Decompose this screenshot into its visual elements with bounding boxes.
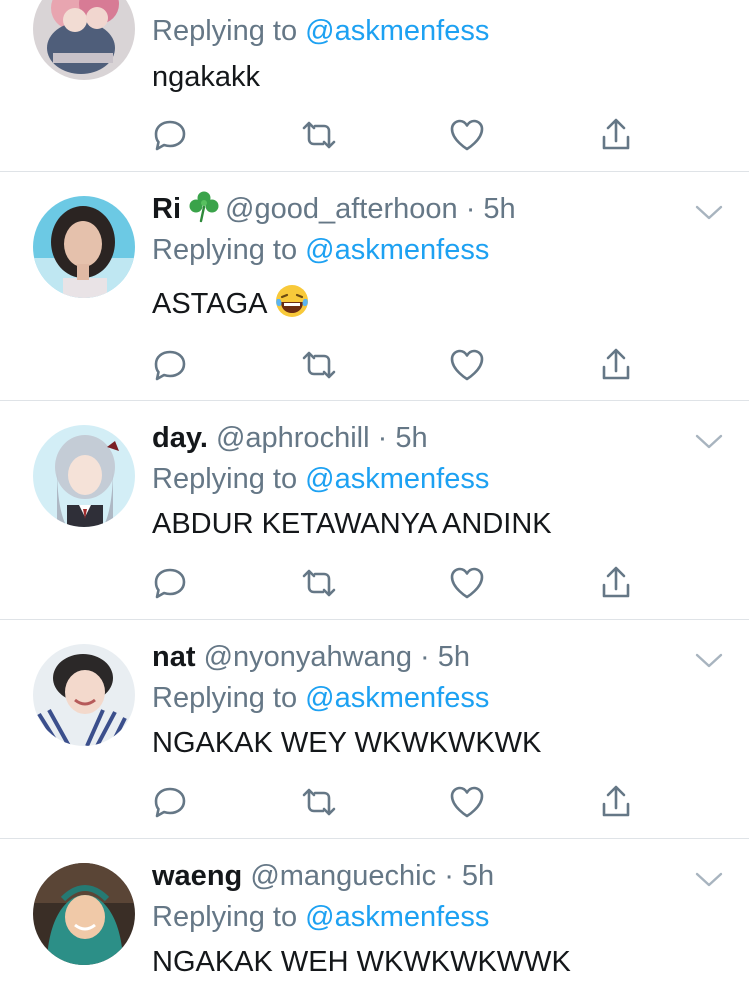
user-handle[interactable]: @manguechic — [250, 860, 436, 892]
replying-to-line: Replying to @askmenfess — [152, 230, 489, 270]
clover-icon — [189, 191, 219, 223]
tweet-actions — [0, 563, 749, 603]
tweet-actions — [0, 782, 749, 822]
tweet-time[interactable]: 5h — [483, 193, 515, 225]
like-button[interactable] — [447, 782, 487, 822]
tweet-header: waeng @manguechic · 5h — [152, 856, 494, 896]
reply-button[interactable] — [150, 782, 190, 822]
tweet-text: NGAKAK WEY WKWKWKWK — [152, 727, 542, 759]
avatar[interactable] — [33, 425, 135, 527]
like-button[interactable] — [447, 345, 487, 385]
tweet-card[interactable]: waeng @manguechic · 5h Replying to @askm… — [0, 839, 749, 998]
chevron-down-icon[interactable] — [694, 200, 724, 224]
tweet-actions — [0, 345, 749, 385]
reply-button[interactable] — [150, 345, 190, 385]
separator-dot: · — [444, 860, 454, 892]
replying-to-label: Replying to — [152, 682, 298, 714]
chevron-down-icon[interactable] — [694, 429, 724, 453]
avatar[interactable] — [33, 644, 135, 746]
like-button[interactable] — [447, 563, 487, 603]
reply-icon — [154, 787, 186, 818]
reply-icon — [154, 350, 186, 381]
reply-button[interactable] — [150, 115, 190, 155]
display-name[interactable]: Ri — [152, 193, 181, 225]
user-handle[interactable]: @nyonyahwang — [204, 641, 412, 673]
retweet-icon — [302, 788, 336, 816]
like-icon — [450, 786, 484, 818]
share-button[interactable] — [596, 782, 636, 822]
chevron-down-icon[interactable] — [694, 648, 724, 672]
share-icon — [602, 566, 630, 598]
mention-link[interactable]: @askmenfess — [305, 234, 489, 266]
retweet-button[interactable] — [299, 782, 339, 822]
share-icon — [602, 785, 630, 817]
like-icon — [450, 119, 484, 151]
retweet-icon — [302, 121, 336, 149]
separator-dot: · — [377, 422, 388, 454]
user-handle[interactable]: @good_afterhoon — [225, 193, 458, 225]
tweet-actions — [0, 115, 749, 155]
replying-to-line: Replying to @askmenfess — [152, 11, 489, 51]
mention-link[interactable]: @askmenfess — [305, 463, 489, 495]
avatar[interactable] — [33, 0, 135, 80]
tweet-text: ABDUR KETAWANYA ANDINK — [152, 508, 552, 540]
tweet-time[interactable]: 5h — [462, 860, 494, 892]
mention-link[interactable]: @askmenfess — [305, 15, 489, 47]
tweet-text: ASTAGA — [152, 283, 310, 323]
tweet-text: ngakakk — [152, 61, 261, 93]
like-button[interactable] — [447, 115, 487, 155]
share-button[interactable] — [596, 345, 636, 385]
tweet-text: NGAKAK WEH WKWKWKWWK — [152, 946, 571, 978]
tweet-header: day. @aphrochill · 5h — [152, 418, 428, 458]
tweet-header: Ri @good_afterhoon · 5h — [152, 189, 516, 229]
like-icon — [450, 567, 484, 599]
tweet-header: nat @nyonyahwang · 5h — [152, 637, 470, 677]
tweet-time[interactable]: 5h — [438, 641, 470, 673]
mention-link[interactable]: @askmenfess — [305, 901, 489, 933]
retweet-button[interactable] — [299, 563, 339, 603]
avatar[interactable] — [33, 863, 135, 965]
avatar[interactable] — [33, 196, 135, 298]
replying-to-label: Replying to — [152, 15, 298, 47]
replying-to-line: Replying to @askmenfess — [152, 678, 489, 718]
separator-dot: · — [420, 641, 430, 673]
replying-to-label: Replying to — [152, 901, 298, 933]
reply-icon — [154, 568, 186, 599]
retweet-button[interactable] — [299, 345, 339, 385]
retweet-icon — [302, 351, 336, 379]
mention-link[interactable]: @askmenfess — [305, 682, 489, 714]
replying-to-label: Replying to — [152, 234, 298, 266]
share-icon — [602, 118, 630, 150]
replying-to-label: Replying to — [152, 463, 298, 495]
tweet-text-content: ASTAGA — [152, 288, 268, 320]
replying-to-line: Replying to @askmenfess — [152, 897, 489, 937]
chevron-down-icon[interactable] — [694, 867, 724, 891]
tweet-card[interactable]: nat @nyonyahwang · 5h Replying to @askme… — [0, 620, 749, 839]
display-name[interactable]: nat — [152, 641, 196, 673]
share-icon — [602, 348, 630, 380]
separator-dot: · — [465, 193, 476, 225]
tweet-card[interactable]: day. @aphrochill · 5h Replying to @askme… — [0, 401, 749, 620]
tweet-card[interactable]: Replying to @askmenfess ngakakk — [0, 0, 749, 172]
like-icon — [450, 349, 484, 381]
display-name[interactable]: waeng — [152, 860, 242, 892]
retweet-button[interactable] — [299, 115, 339, 155]
tweet-time[interactable]: 5h — [395, 422, 427, 454]
reply-button[interactable] — [150, 563, 190, 603]
reply-icon — [154, 120, 186, 151]
share-button[interactable] — [596, 563, 636, 603]
display-name[interactable]: day. — [152, 422, 208, 454]
tweet-card[interactable]: Ri @good_afterhoon · 5h Replying to @ask… — [0, 172, 749, 401]
retweet-icon — [302, 569, 336, 597]
user-handle[interactable]: @aphrochill — [216, 422, 370, 454]
share-button[interactable] — [596, 115, 636, 155]
replying-to-line: Replying to @askmenfess — [152, 459, 489, 499]
laughing-tears-emoji — [275, 285, 308, 317]
